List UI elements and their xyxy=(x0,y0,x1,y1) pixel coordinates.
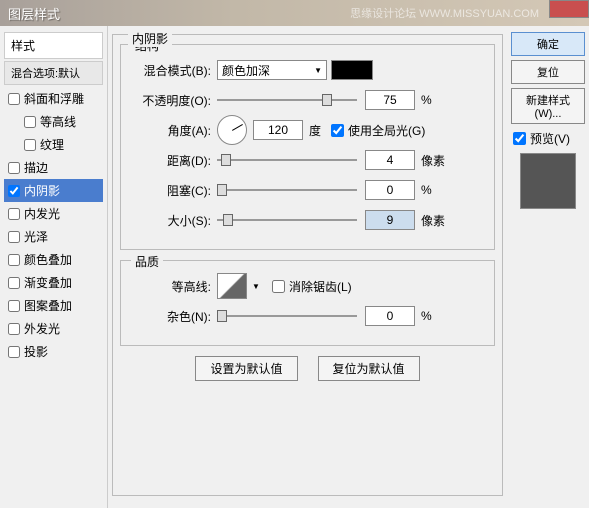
noise-slider[interactable] xyxy=(217,307,357,325)
noise-label: 杂色(N): xyxy=(131,308,211,325)
style-item-label: 投影 xyxy=(24,343,48,360)
style-item[interactable]: 外发光 xyxy=(4,317,103,340)
action-panel: 确定 复位 新建样式(W)... 预览(V) xyxy=(507,26,589,508)
global-light-checkbox[interactable] xyxy=(331,124,344,137)
opacity-unit: % xyxy=(421,93,432,107)
style-item-label: 颜色叠加 xyxy=(24,251,72,268)
reset-default-button[interactable]: 复位为默认值 xyxy=(318,356,420,381)
style-item-label: 等高线 xyxy=(40,113,76,130)
style-item-checkbox[interactable] xyxy=(24,139,36,151)
angle-label: 角度(A): xyxy=(131,122,211,139)
style-item[interactable]: 内阴影 xyxy=(4,179,103,202)
size-label: 大小(S): xyxy=(131,212,211,229)
style-item-label: 内阴影 xyxy=(24,182,60,199)
dialog-body: 样式 混合选项:默认 斜面和浮雕等高线纹理描边内阴影内发光光泽颜色叠加渐变叠加图… xyxy=(0,26,589,508)
style-item-checkbox[interactable] xyxy=(8,185,20,197)
style-item-label: 图案叠加 xyxy=(24,297,72,314)
preview-checkbox[interactable] xyxy=(513,132,526,145)
blend-options-item[interactable]: 混合选项:默认 xyxy=(4,61,103,85)
styles-header[interactable]: 样式 xyxy=(4,32,103,59)
angle-unit: 度 xyxy=(309,122,321,139)
watermark-text: 思缘设计论坛 WWW.MISSYUAN.COM xyxy=(350,5,539,21)
choke-slider[interactable] xyxy=(217,181,357,199)
set-default-button[interactable]: 设置为默认值 xyxy=(195,356,297,381)
choke-input[interactable] xyxy=(365,180,415,200)
style-item[interactable]: 纹理 xyxy=(4,133,103,156)
preview-swatch xyxy=(520,153,576,209)
style-item[interactable]: 图案叠加 xyxy=(4,294,103,317)
style-item[interactable]: 斜面和浮雕 xyxy=(4,87,103,110)
effect-title: 内阴影 xyxy=(128,30,172,47)
style-item-checkbox[interactable] xyxy=(8,323,20,335)
contour-label: 等高线: xyxy=(131,278,211,295)
style-item[interactable]: 内发光 xyxy=(4,202,103,225)
opacity-label: 不透明度(O): xyxy=(131,92,211,109)
noise-input[interactable] xyxy=(365,306,415,326)
style-item-label: 渐变叠加 xyxy=(24,274,72,291)
style-item-label: 内发光 xyxy=(24,205,60,222)
style-item-label: 光泽 xyxy=(24,228,48,245)
structure-group: 结构 混合模式(B): 颜色加深 不透明度(O): % 角度(A): 度 使用全… xyxy=(120,44,495,250)
dialog-title: 图层样式 xyxy=(8,4,60,23)
style-item-label: 外发光 xyxy=(24,320,60,337)
style-item-label: 纹理 xyxy=(40,136,64,153)
contour-picker[interactable] xyxy=(217,273,247,299)
cancel-button[interactable]: 复位 xyxy=(511,60,585,84)
size-unit: 像素 xyxy=(421,212,445,229)
style-item[interactable]: 描边 xyxy=(4,156,103,179)
preview-label: 预览(V) xyxy=(530,130,570,147)
angle-dial[interactable] xyxy=(217,115,247,145)
opacity-slider[interactable] xyxy=(217,91,357,109)
quality-group: 品质 等高线: ▼ 消除锯齿(L) 杂色(N): % xyxy=(120,260,495,346)
close-button[interactable] xyxy=(549,0,589,18)
style-item-checkbox[interactable] xyxy=(8,93,20,105)
style-item[interactable]: 颜色叠加 xyxy=(4,248,103,271)
style-item-label: 描边 xyxy=(24,159,48,176)
style-item-checkbox[interactable] xyxy=(8,346,20,358)
choke-label: 阻塞(C): xyxy=(131,182,211,199)
style-item-checkbox[interactable] xyxy=(24,116,36,128)
size-input[interactable] xyxy=(365,210,415,230)
shadow-color-swatch[interactable] xyxy=(331,60,373,80)
style-item[interactable]: 投影 xyxy=(4,340,103,363)
opacity-input[interactable] xyxy=(365,90,415,110)
style-item-checkbox[interactable] xyxy=(8,208,20,220)
blend-mode-dropdown[interactable]: 颜色加深 xyxy=(217,60,327,80)
style-item[interactable]: 等高线 xyxy=(4,110,103,133)
antialias-checkbox[interactable] xyxy=(272,280,285,293)
style-item[interactable]: 光泽 xyxy=(4,225,103,248)
effect-settings-panel: 内阴影 结构 混合模式(B): 颜色加深 不透明度(O): % 角度(A): 度 xyxy=(108,26,507,508)
contour-dropdown-arrow[interactable]: ▼ xyxy=(250,282,262,291)
distance-slider[interactable] xyxy=(217,151,357,169)
style-item-checkbox[interactable] xyxy=(8,277,20,289)
angle-input[interactable] xyxy=(253,120,303,140)
blend-mode-label: 混合模式(B): xyxy=(131,62,211,79)
antialias-label: 消除锯齿(L) xyxy=(289,278,352,295)
titlebar: 图层样式 思缘设计论坛 WWW.MISSYUAN.COM xyxy=(0,0,589,26)
ok-button[interactable]: 确定 xyxy=(511,32,585,56)
distance-unit: 像素 xyxy=(421,152,445,169)
style-item[interactable]: 渐变叠加 xyxy=(4,271,103,294)
noise-unit: % xyxy=(421,309,432,323)
new-style-button[interactable]: 新建样式(W)... xyxy=(511,88,585,124)
style-item-label: 斜面和浮雕 xyxy=(24,90,84,107)
distance-input[interactable] xyxy=(365,150,415,170)
style-item-checkbox[interactable] xyxy=(8,300,20,312)
global-light-label: 使用全局光(G) xyxy=(348,122,425,139)
style-item-checkbox[interactable] xyxy=(8,162,20,174)
choke-unit: % xyxy=(421,183,432,197)
styles-list-panel: 样式 混合选项:默认 斜面和浮雕等高线纹理描边内阴影内发光光泽颜色叠加渐变叠加图… xyxy=(0,26,108,508)
distance-label: 距离(D): xyxy=(131,152,211,169)
style-item-checkbox[interactable] xyxy=(8,231,20,243)
style-item-checkbox[interactable] xyxy=(8,254,20,266)
quality-title: 品质 xyxy=(131,253,163,270)
size-slider[interactable] xyxy=(217,211,357,229)
